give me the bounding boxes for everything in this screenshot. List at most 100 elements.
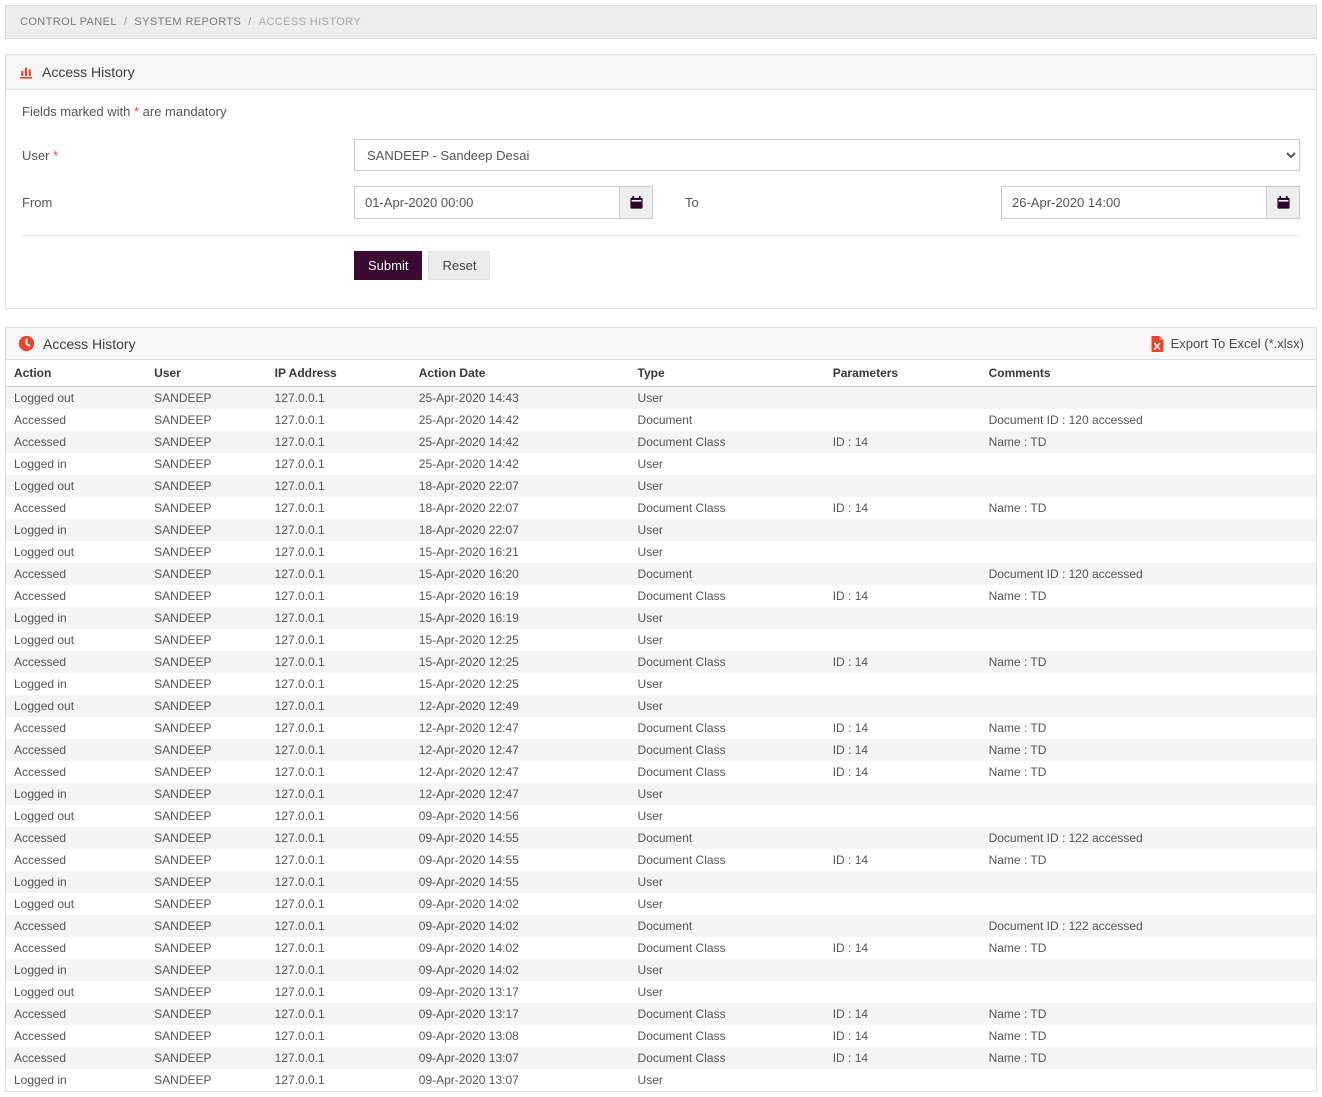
submit-button[interactable]: Submit — [354, 251, 422, 280]
table-cell: 09-Apr-2020 14:55 — [411, 849, 630, 871]
user-row: User * SANDEEP - Sandeep Desai — [22, 139, 1300, 171]
table-cell: User — [630, 871, 825, 893]
table-cell: Name : TD — [981, 497, 1316, 519]
column-header-user: User — [146, 360, 267, 387]
table-cell: SANDEEP — [146, 563, 267, 585]
column-header-action: Action — [6, 360, 146, 387]
table-cell: 12-Apr-2020 12:47 — [411, 717, 630, 739]
from-date-group — [354, 186, 653, 219]
table-cell: 127.0.0.1 — [267, 431, 411, 453]
table-cell — [825, 607, 981, 629]
table-cell: SANDEEP — [146, 453, 267, 475]
table-cell — [825, 673, 981, 695]
table-cell: 25-Apr-2020 14:42 — [411, 409, 630, 431]
table-cell — [825, 563, 981, 585]
table-cell: 127.0.0.1 — [267, 563, 411, 585]
table-cell: 15-Apr-2020 16:21 — [411, 541, 630, 563]
table-cell: Document Class — [630, 1047, 825, 1069]
table-cell: 09-Apr-2020 14:02 — [411, 893, 630, 915]
table-cell: 127.0.0.1 — [267, 717, 411, 739]
table-cell: Name : TD — [981, 717, 1316, 739]
mandatory-note-prefix: Fields marked with — [22, 104, 134, 119]
calendar-icon — [1276, 195, 1291, 210]
from-date-input[interactable] — [354, 186, 620, 219]
breadcrumb-system-reports[interactable]: SYSTEM REPORTS — [134, 16, 241, 28]
table-cell: User — [630, 893, 825, 915]
to-calendar-button[interactable] — [1267, 186, 1300, 219]
to-label: To — [685, 195, 699, 210]
column-header-action-date: Action Date — [411, 360, 630, 387]
table-cell: 25-Apr-2020 14:42 — [411, 453, 630, 475]
table-cell: ID : 14 — [825, 937, 981, 959]
form-footer: Submit Reset — [22, 235, 1300, 292]
table-cell: 15-Apr-2020 12:25 — [411, 651, 630, 673]
table-cell — [981, 475, 1316, 497]
table-cell: 09-Apr-2020 14:55 — [411, 871, 630, 893]
table-cell — [825, 541, 981, 563]
table-cell: 15-Apr-2020 12:25 — [411, 629, 630, 651]
table-row: AccessedSANDEEP127.0.0.109-Apr-2020 13:0… — [6, 1047, 1316, 1069]
table-cell: Document Class — [630, 937, 825, 959]
table-cell: 127.0.0.1 — [267, 541, 411, 563]
table-cell: Document Class — [630, 431, 825, 453]
table-cell: 127.0.0.1 — [267, 805, 411, 827]
table-row: Logged outSANDEEP127.0.0.115-Apr-2020 12… — [6, 629, 1316, 651]
table-cell: 12-Apr-2020 12:47 — [411, 761, 630, 783]
table-cell: Accessed — [6, 915, 146, 937]
from-calendar-button[interactable] — [620, 186, 653, 219]
table-cell: 127.0.0.1 — [267, 409, 411, 431]
table-cell: Name : TD — [981, 937, 1316, 959]
table-row: Logged inSANDEEP127.0.0.115-Apr-2020 12:… — [6, 673, 1316, 695]
table-row: AccessedSANDEEP127.0.0.109-Apr-2020 14:0… — [6, 937, 1316, 959]
table-cell — [825, 519, 981, 541]
table-cell: Logged in — [6, 783, 146, 805]
table-cell: 09-Apr-2020 13:07 — [411, 1047, 630, 1069]
table-cell: 09-Apr-2020 14:02 — [411, 915, 630, 937]
table-cell: SANDEEP — [146, 607, 267, 629]
table-cell: User — [630, 387, 825, 410]
table-cell: ID : 14 — [825, 1047, 981, 1069]
results-panel-header: Access History Export To Excel (*.xlsx) — [6, 328, 1316, 360]
table-cell: SANDEEP — [146, 387, 267, 410]
table-cell: Logged out — [6, 805, 146, 827]
table-cell: 09-Apr-2020 13:08 — [411, 1025, 630, 1047]
table-cell: ID : 14 — [825, 651, 981, 673]
table-cell: Document Class — [630, 497, 825, 519]
table-row: AccessedSANDEEP127.0.0.115-Apr-2020 16:1… — [6, 585, 1316, 607]
clock-icon — [18, 335, 35, 352]
table-cell: Logged out — [6, 387, 146, 410]
user-select[interactable]: SANDEEP - Sandeep Desai — [354, 139, 1300, 171]
table-cell: Logged in — [6, 673, 146, 695]
column-header-type: Type — [630, 360, 825, 387]
breadcrumb-control-panel[interactable]: CONTROL PANEL — [20, 16, 117, 28]
reset-button[interactable]: Reset — [428, 251, 490, 280]
table-cell: 127.0.0.1 — [267, 893, 411, 915]
table-cell: ID : 14 — [825, 1003, 981, 1025]
table-cell — [981, 387, 1316, 410]
table-cell: ID : 14 — [825, 497, 981, 519]
table-cell: Document ID : 122 accessed — [981, 827, 1316, 849]
filter-panel-title: Access History — [42, 64, 135, 80]
table-cell: Accessed — [6, 651, 146, 673]
table-cell: Accessed — [6, 1003, 146, 1025]
table-row: AccessedSANDEEP127.0.0.109-Apr-2020 14:5… — [6, 849, 1316, 871]
mandatory-note-suffix: are mandatory — [139, 104, 226, 119]
table-cell: Document — [630, 409, 825, 431]
table-body: Logged outSANDEEP127.0.0.125-Apr-2020 14… — [6, 387, 1316, 1092]
table-cell: Logged in — [6, 959, 146, 981]
table-cell: SANDEEP — [146, 739, 267, 761]
to-date-input[interactable] — [1001, 186, 1267, 219]
export-to-excel-link[interactable]: Export To Excel (*.xlsx) — [1150, 336, 1304, 352]
table-cell — [981, 981, 1316, 1003]
table-row: AccessedSANDEEP127.0.0.125-Apr-2020 14:4… — [6, 409, 1316, 431]
table-cell: Name : TD — [981, 585, 1316, 607]
from-label: From — [22, 195, 354, 210]
table-cell: User — [630, 1069, 825, 1091]
export-to-excel-label: Export To Excel (*.xlsx) — [1171, 336, 1304, 351]
table-cell: 127.0.0.1 — [267, 915, 411, 937]
table-cell: Document Class — [630, 717, 825, 739]
table-row: AccessedSANDEEP127.0.0.112-Apr-2020 12:4… — [6, 717, 1316, 739]
table-cell: SANDEEP — [146, 783, 267, 805]
chart-bar-icon — [18, 64, 34, 80]
table-cell: User — [630, 541, 825, 563]
